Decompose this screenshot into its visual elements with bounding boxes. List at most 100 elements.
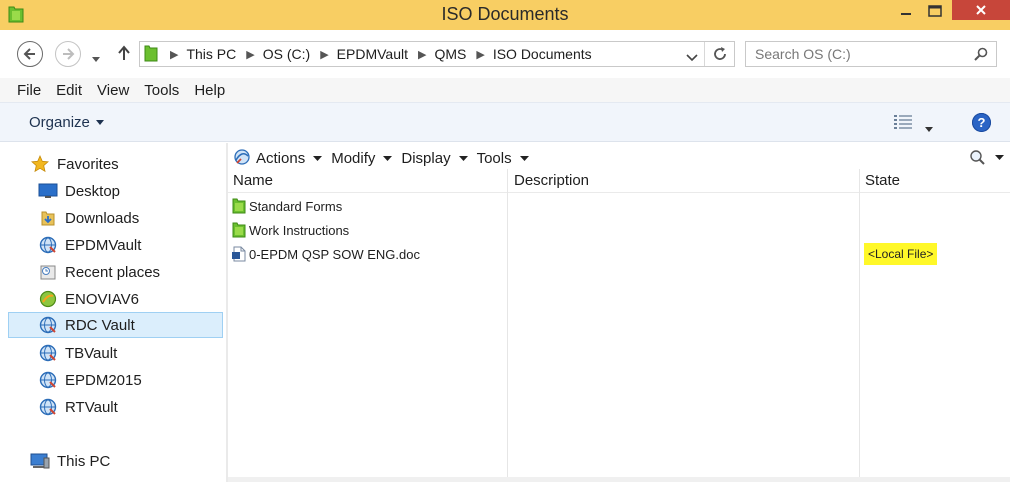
maximize-icon	[928, 5, 942, 17]
vault-icon	[38, 343, 58, 363]
vault-icon	[38, 397, 58, 417]
pdm-search-button[interactable]	[969, 149, 1004, 165]
back-button[interactable]	[17, 41, 43, 67]
view-options-dropdown[interactable]	[925, 119, 933, 135]
magnifier-icon	[970, 150, 985, 165]
file-row[interactable]: Work Instructions	[228, 218, 1010, 242]
column-header-row: Name Description State	[228, 169, 1010, 193]
chevron-down-icon	[686, 54, 698, 62]
nav-item-epdmvault[interactable]: EPDMVault	[38, 232, 253, 258]
tools-label: Tools	[476, 149, 512, 167]
actions-menu[interactable]: Actions	[256, 149, 323, 167]
address-bar[interactable]: ▶ This PC ▶ OS (C:) ▶ EPDMVault ▶ QMS ▶ …	[139, 41, 735, 67]
chevron-down-icon	[313, 155, 323, 161]
chevron-right-icon: ▶	[320, 48, 329, 61]
address-history-dropdown[interactable]	[686, 49, 698, 65]
vault-icon	[38, 370, 58, 390]
nav-item-label: This PC	[57, 452, 111, 470]
word-doc-icon	[232, 246, 246, 265]
close-icon	[976, 5, 986, 15]
vault-icon	[38, 235, 58, 255]
nav-item-label: EPDMVault	[65, 236, 142, 254]
nav-item-favorites[interactable]: Favorites	[30, 151, 245, 177]
search-icon[interactable]	[974, 47, 988, 64]
folder-icon	[144, 44, 158, 65]
file-name: 0-EPDM QSP SOW ENG.doc	[249, 247, 420, 262]
chevron-right-icon: ▶	[246, 48, 255, 61]
file-name: Work Instructions	[249, 223, 350, 238]
modify-label: Modify	[331, 149, 376, 167]
nav-item-label: Desktop	[65, 182, 121, 200]
forward-button[interactable]	[55, 41, 81, 67]
actions-label: Actions	[256, 149, 306, 167]
arrow-left-icon	[23, 48, 35, 60]
refresh-button[interactable]	[704, 42, 734, 66]
search-box[interactable]	[745, 41, 997, 67]
nav-item-label: RTVault	[65, 398, 118, 416]
file-row[interactable]: Standard Forms	[228, 194, 1010, 218]
navigation-pane: Favorites Desktop Downloads EPDMVault Re…	[0, 143, 226, 482]
tools-menu[interactable]: Tools	[477, 150, 529, 167]
column-header-state[interactable]: State	[865, 172, 900, 189]
nav-item-rdc-vault[interactable]: RDC Vault	[8, 312, 223, 338]
folder-icon	[232, 198, 246, 217]
window-title: ISO Documents	[441, 4, 569, 24]
nav-item-label: Favorites	[57, 155, 119, 173]
organize-button[interactable]: Organize	[29, 114, 104, 131]
breadcrumb-item[interactable]: ISO Documents	[493, 46, 592, 62]
chevron-down-icon	[383, 155, 393, 161]
file-name: Standard Forms	[249, 199, 343, 214]
enovia-icon	[38, 289, 58, 309]
menu-help[interactable]: Help	[194, 82, 225, 99]
search-input[interactable]	[746, 42, 966, 66]
modify-menu[interactable]: Modify	[331, 149, 393, 167]
chevron-down-icon	[95, 120, 104, 125]
minimize-icon	[901, 13, 911, 15]
file-row[interactable]: 0-EPDM QSP SOW ENG.doc <Local File>	[228, 242, 1010, 266]
star-icon	[30, 154, 50, 174]
arrow-up-icon	[118, 45, 130, 60]
nav-item-rtvault[interactable]: RTVault	[38, 394, 253, 420]
desktop-icon	[38, 181, 58, 201]
display-menu[interactable]: Display	[401, 149, 468, 167]
menu-edit[interactable]: Edit	[56, 82, 82, 99]
breadcrumb-item[interactable]: EPDMVault	[337, 46, 408, 62]
close-button[interactable]	[952, 0, 1010, 20]
display-label: Display	[401, 149, 451, 167]
navigation-row: ▶ This PC ▶ OS (C:) ▶ EPDMVault ▶ QMS ▶ …	[0, 30, 1010, 78]
breadcrumb-item[interactable]: This PC	[186, 46, 236, 62]
recent-locations-dropdown[interactable]	[92, 50, 100, 66]
breadcrumb-item[interactable]: QMS	[434, 46, 466, 62]
nav-item-label: EPDM2015	[65, 371, 142, 389]
maximize-button[interactable]	[916, 0, 954, 22]
nav-item-downloads[interactable]: Downloads	[38, 205, 253, 231]
nav-item-recent-places[interactable]: Recent places	[38, 259, 253, 285]
breadcrumb-item[interactable]: OS (C:)	[263, 46, 310, 62]
chevron-down-icon	[519, 155, 529, 161]
column-header-description[interactable]: Description	[514, 172, 589, 189]
refresh-icon	[713, 47, 726, 60]
up-button[interactable]	[117, 45, 131, 64]
nav-item-desktop[interactable]: Desktop	[38, 178, 253, 204]
chevron-down-icon	[92, 57, 100, 62]
chevron-down-icon	[995, 154, 1004, 160]
nav-item-epdm2015[interactable]: EPDM2015	[38, 367, 253, 393]
computer-icon	[30, 451, 50, 471]
column-header-name[interactable]: Name	[233, 172, 273, 189]
nav-item-label: ENOVIAV6	[65, 290, 139, 308]
nav-item-tbvault[interactable]: TBVault	[38, 340, 253, 366]
arrow-right-icon	[63, 48, 75, 60]
menu-view[interactable]: View	[97, 82, 129, 99]
change-view-button[interactable]	[893, 114, 913, 133]
nav-item-label: Downloads	[65, 209, 140, 227]
folder-icon	[232, 222, 246, 241]
breadcrumb: ▶ This PC ▶ OS (C:) ▶ EPDMVault ▶ QMS ▶ …	[164, 46, 592, 62]
file-list-pane: Actions Modify Display Tools Name Descri…	[228, 143, 1010, 482]
nav-item-this-pc[interactable]: This PC	[30, 448, 245, 474]
horizontal-scrollbar[interactable]	[228, 477, 1010, 482]
help-button[interactable]: ?	[972, 113, 991, 132]
menu-file[interactable]: File	[17, 82, 41, 99]
menu-tools[interactable]: Tools	[144, 82, 179, 99]
nav-item-enoviav6[interactable]: ENOVIAV6	[38, 286, 253, 312]
downloads-folder-icon	[38, 208, 58, 228]
